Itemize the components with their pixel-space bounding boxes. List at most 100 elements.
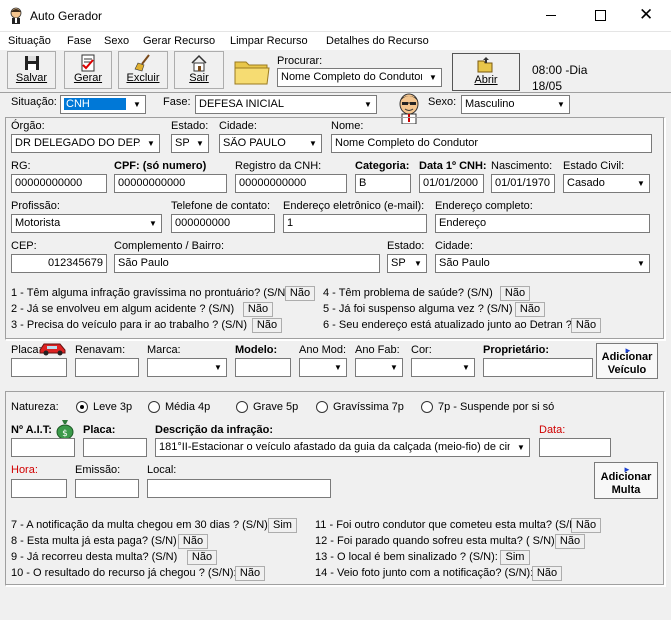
chevron-down-icon: ▼: [145, 215, 161, 232]
answer-13-button[interactable]: Sim: [500, 550, 530, 565]
answer-2-button[interactable]: Não: [243, 302, 273, 317]
ait-input[interactable]: [11, 438, 75, 457]
chevron-down-icon: ▼: [458, 359, 474, 376]
data-1-cnh-label: Data 1º CNH:: [419, 160, 487, 172]
cpf-input[interactable]: 00000000000: [114, 174, 227, 193]
house-icon: [191, 54, 207, 72]
question-3: 3 - Precisa do veículo para ir ao trabal…: [11, 319, 248, 331]
menu-fase[interactable]: Fase: [67, 35, 91, 47]
answer-14-button[interactable]: Não: [532, 566, 562, 581]
email-input[interactable]: 1: [283, 214, 427, 233]
hora-label: Hora:: [11, 464, 38, 476]
registro-input[interactable]: 00000000000: [235, 174, 347, 193]
cor-select[interactable]: ▼: [411, 358, 475, 377]
adicionar-veiculo-button[interactable]: ► Adicionar Veículo: [596, 343, 658, 379]
complemento-label: Complemento / Bairro:: [114, 240, 225, 252]
gerar-button[interactable]: Gerar: [64, 51, 112, 89]
proprietario-label: Proprietário:: [483, 344, 550, 356]
ano-mod-select[interactable]: ▼: [299, 358, 347, 377]
data-input[interactable]: [539, 438, 611, 457]
menu-sexo[interactable]: Sexo: [104, 35, 129, 47]
chevron-down-icon: ▼: [633, 255, 649, 272]
radio-grave[interactable]: [236, 401, 248, 413]
renavam-input[interactable]: [75, 358, 139, 377]
menu-detalhes-recurso[interactable]: Detalhes do Recurso: [326, 35, 429, 47]
nome-input[interactable]: Nome Completo do Condutor: [331, 134, 652, 153]
question-2: 2 - Já se envolveu em algum acidente ? (…: [11, 303, 235, 315]
question-13: 13 - O local é bem sinalizado ? (S/N):: [315, 551, 498, 563]
telefone-input[interactable]: 000000000: [171, 214, 275, 233]
question-8: 8 - Esta multa já esta paga? (S/N) :: [11, 535, 183, 547]
minimize-icon[interactable]: [546, 15, 556, 16]
answer-6-button[interactable]: Não: [571, 318, 601, 333]
excluir-button[interactable]: Excluir: [118, 51, 168, 89]
profissao-select[interactable]: Motorista ▼: [11, 214, 162, 233]
answer-10-button[interactable]: Não: [235, 566, 265, 581]
complemento-input[interactable]: São Paulo: [114, 254, 380, 273]
answer-5-button[interactable]: Não: [515, 302, 545, 317]
sair-button[interactable]: Sair: [174, 51, 224, 89]
situacao-select[interactable]: CNH ▼: [60, 95, 146, 114]
answer-8-button[interactable]: Não: [178, 534, 208, 549]
orgao-select[interactable]: DR DELEGADO DO DEPA ▼: [11, 134, 160, 153]
estado-select[interactable]: SP ▼: [171, 134, 209, 153]
radio-grave-label: Grave 5p: [253, 401, 299, 413]
answer-7-button[interactable]: Sim: [268, 518, 297, 533]
cep-input[interactable]: 012345679: [11, 254, 107, 273]
cidade-select[interactable]: SÃO PAULO ▼: [219, 134, 322, 153]
nascimento-input[interactable]: 01/01/1970: [491, 174, 555, 193]
registro-label: Registro da CNH:: [235, 160, 322, 172]
hora-input[interactable]: [11, 479, 67, 498]
adicionar-multa-line2: Multa: [611, 484, 641, 496]
categoria-input[interactable]: B: [355, 174, 411, 193]
modelo-input[interactable]: [235, 358, 291, 377]
profissao-label: Profissão:: [11, 200, 60, 212]
answer-11-button[interactable]: Não: [571, 518, 601, 533]
chevron-down-icon: ▼: [633, 175, 649, 192]
procurar-select[interactable]: Nome Completo do Condutor ▼: [277, 68, 442, 87]
radio-media[interactable]: [148, 401, 160, 413]
broom-icon: [134, 54, 150, 72]
answer-1-button[interactable]: Não: [285, 286, 315, 301]
question-5: 5 - Já foi suspenso alguma vez ? (S/N): [323, 303, 513, 315]
app-icon: [8, 7, 24, 24]
telefone-label: Telefone de contato:: [171, 200, 271, 212]
menu-gerar-recurso[interactable]: Gerar Recurso: [143, 35, 215, 47]
endereco-input[interactable]: Endereço: [435, 214, 650, 233]
answer-4-button[interactable]: Não: [500, 286, 530, 301]
chevron-down-icon: ▼: [143, 135, 159, 152]
veiculo-placa-input[interactable]: [11, 358, 67, 377]
radio-suspende[interactable]: [421, 401, 433, 413]
maximize-icon[interactable]: [595, 10, 606, 21]
answer-3-button[interactable]: Não: [252, 318, 282, 333]
sexo-select[interactable]: Masculino ▼: [461, 95, 570, 114]
rg-input[interactable]: 00000000000: [11, 174, 107, 193]
chevron-down-icon: ▼: [425, 69, 441, 86]
menu-situacao[interactable]: Situação: [8, 35, 51, 47]
marca-select[interactable]: ▼: [147, 358, 227, 377]
ano-fab-select[interactable]: ▼: [355, 358, 403, 377]
salvar-button[interactable]: Salvar: [7, 51, 56, 89]
local-input[interactable]: [147, 479, 331, 498]
abrir-button[interactable]: Abrir: [452, 53, 520, 91]
radio-gravissima[interactable]: [316, 401, 328, 413]
estado2-select[interactable]: SP ▼: [387, 254, 427, 273]
cidade2-select[interactable]: São Paulo ▼: [435, 254, 650, 273]
proprietario-input[interactable]: [483, 358, 593, 377]
estado-civil-select[interactable]: Casado ▼: [563, 174, 650, 193]
close-icon[interactable]: ✕: [639, 6, 653, 23]
answer-9-button[interactable]: Não: [187, 550, 217, 565]
adicionar-multa-button[interactable]: ► Adicionar Multa: [594, 462, 658, 499]
sexo-label: Sexo:: [428, 96, 457, 108]
salvar-label: Salvar: [15, 72, 48, 84]
descricao-select[interactable]: 181°II-Estacionar o veículo afastado da …: [155, 438, 530, 457]
fase-select[interactable]: DEFESA INICIAL ▼: [195, 95, 377, 114]
data-1-cnh-input[interactable]: 01/01/2000: [419, 174, 484, 193]
menu-limpar-recurso[interactable]: Limpar Recurso: [230, 35, 308, 47]
emissao-input[interactable]: [75, 479, 139, 498]
answer-12-button[interactable]: Não: [555, 534, 585, 549]
radio-leve[interactable]: [76, 401, 88, 413]
multa-placa-input[interactable]: [83, 438, 147, 457]
categoria-label: Categoria:: [355, 160, 410, 172]
descricao-label: Descrição da infração:: [155, 424, 273, 436]
